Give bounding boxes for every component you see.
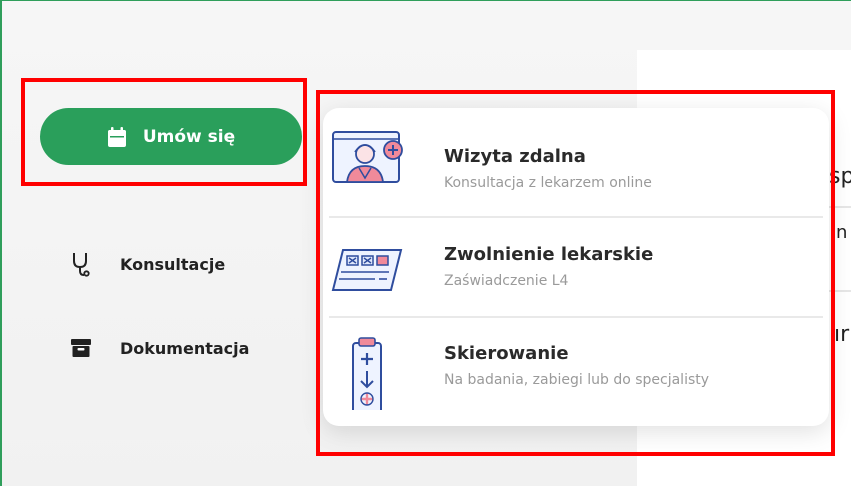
archive-box-icon — [71, 339, 91, 357]
sidebar-item-konsultacje[interactable]: Konsultacje — [70, 251, 225, 277]
sidebar-item-dokumentacja[interactable]: Dokumentacja — [70, 337, 249, 359]
background-text-fragment: ır — [834, 322, 850, 347]
background-text-fragment: n — [836, 222, 848, 243]
sidebar-item-label: Dokumentacja — [120, 338, 250, 358]
stethoscope-icon — [73, 253, 90, 277]
highlight-box — [316, 90, 835, 456]
highlight-box — [21, 78, 307, 186]
sidebar-item-label: Konsultacje — [120, 254, 226, 274]
